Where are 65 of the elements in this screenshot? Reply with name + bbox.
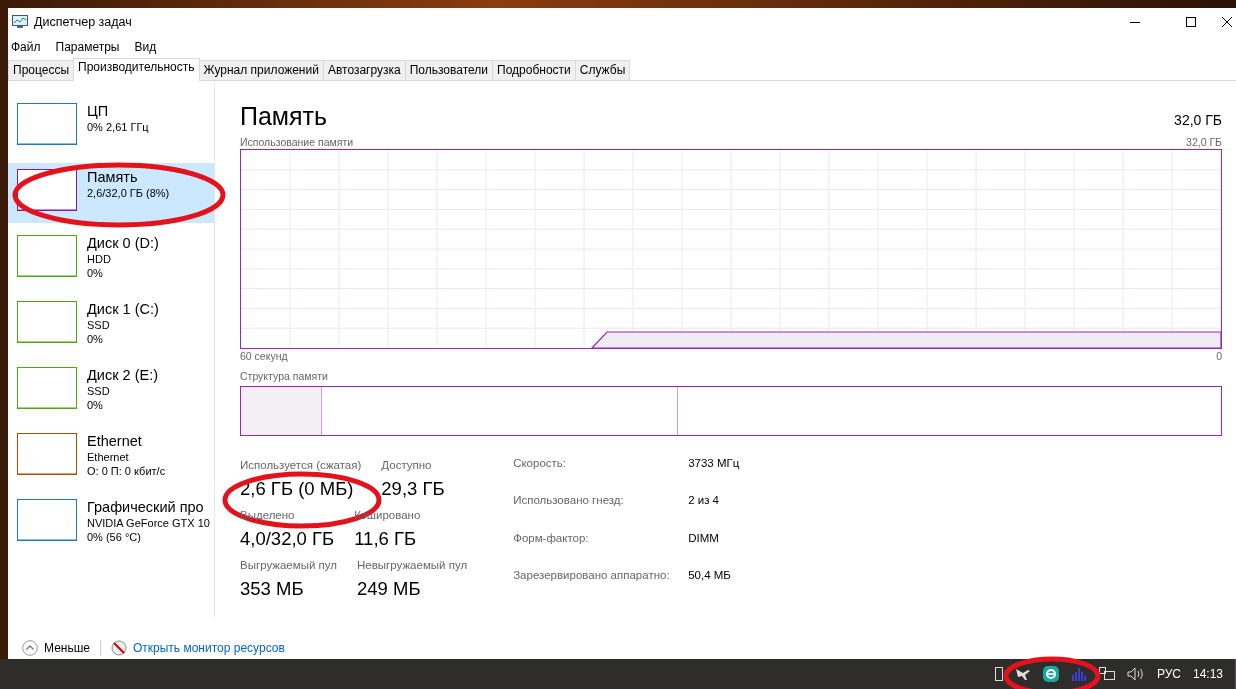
language-indicator[interactable]: РУС <box>1156 667 1181 681</box>
tab[interactable]: Автозагрузка <box>322 60 406 80</box>
device-detail: 2,6/32,0 ГБ (8%) <box>87 186 171 200</box>
property-value: 2 из 4 <box>688 493 721 509</box>
device-detail: SSD <box>87 318 111 332</box>
axis-start-label: 60 секунд <box>240 349 288 363</box>
device-detail: NVIDIA GeForce GTX 10 <box>87 516 211 530</box>
device-name: Диск 2 (E:) <box>87 367 159 384</box>
device-detail: Ethernet <box>87 450 130 464</box>
device-detail: 0% (56 °C) <box>87 530 142 544</box>
menu-item[interactable]: Вид <box>134 40 157 54</box>
device-detail: HDD <box>87 252 112 266</box>
property-value: DIMM <box>688 530 720 546</box>
stat-label: Невыгружаемый пул <box>357 558 468 573</box>
sidebar-item[interactable]: Диск 2 (E:) SSD 0% <box>8 361 214 421</box>
axis-end-label: 0 <box>1216 349 1222 363</box>
device-name: Память <box>87 169 139 186</box>
clock[interactable]: 14:13 <box>1192 667 1223 681</box>
device-detail: 0% <box>87 266 104 280</box>
device-name: Диск 0 (D:) <box>87 235 160 252</box>
chart-label: Структура памяти <box>240 369 328 383</box>
tab[interactable]: Подробности <box>492 60 576 80</box>
stat-label: Используется (сжатая) <box>240 458 362 473</box>
tab[interactable]: Процессы <box>8 60 74 80</box>
property-label: Использовано гнезд: <box>513 493 625 509</box>
menu-item[interactable]: Параметры <box>55 40 120 54</box>
device-name: Ethernet <box>87 433 143 450</box>
tab[interactable]: Журнал приложений <box>198 60 324 80</box>
sidebar-item[interactable]: Ethernet Ethernet О: 0 П: 0 кбит/с <box>8 427 214 487</box>
panel-title: Память <box>240 101 328 131</box>
device-detail: 0% 2,61 ГГц <box>87 120 150 134</box>
device-detail: SSD <box>87 384 111 398</box>
chart-label: Использование памяти <box>240 135 354 149</box>
fewer-details-button[interactable]: Меньше <box>22 640 90 656</box>
property-label: Зарезервировано аппаратно: <box>513 567 671 583</box>
property-value: 3733 МГц <box>688 456 740 471</box>
device-name: Графический про <box>87 499 205 516</box>
sidebar-item[interactable]: Диск 1 (C:) SSD 0% <box>8 295 214 355</box>
stat-value: 11,6 ГБ <box>354 527 418 551</box>
stat-value: 4,0/32,0 ГБ <box>240 527 335 551</box>
stat-label: Выделено <box>240 508 296 523</box>
sidebar-item[interactable]: ЦП 0% 2,61 ГГц <box>8 97 214 157</box>
device-detail: 0% <box>87 398 104 412</box>
window-title: Диспетчер задач <box>34 15 133 29</box>
stat-value: 29,3 ГБ <box>381 477 445 501</box>
sidebar-item[interactable]: Диск 0 (D:) HDD 0% <box>8 229 214 289</box>
resource-monitor-link[interactable]: Открыть монитор ресурсов <box>133 641 285 655</box>
stat-label: Выгружаемый пул <box>240 558 337 573</box>
stat-value: 249 МБ <box>357 577 422 601</box>
stat-label: Доступно <box>381 458 433 473</box>
device-name: Диск 1 (C:) <box>87 301 160 318</box>
property-value: 50,4 МБ <box>688 567 732 583</box>
tab[interactable]: Пользователи <box>404 60 494 80</box>
property-label: Форм-фактор: <box>513 530 590 546</box>
device-detail: 0% <box>87 332 104 346</box>
stat-value: 353 МБ <box>240 577 305 601</box>
sidebar-item[interactable]: Графический про NVIDIA GeForce GTX 10 0% (56 °C) <box>8 493 214 553</box>
axis-max-label: 32,0 ГБ <box>1186 135 1222 149</box>
tab[interactable]: Производительность <box>73 58 200 81</box>
device-name: ЦП <box>87 103 110 120</box>
device-detail: О: 0 П: 0 кбит/с <box>87 464 167 478</box>
menu-item[interactable]: Файл <box>11 40 41 54</box>
tab[interactable]: Службы <box>574 60 631 80</box>
property-label: Скорость: <box>513 456 567 471</box>
total-memory: 32,0 ГБ <box>1174 111 1222 130</box>
